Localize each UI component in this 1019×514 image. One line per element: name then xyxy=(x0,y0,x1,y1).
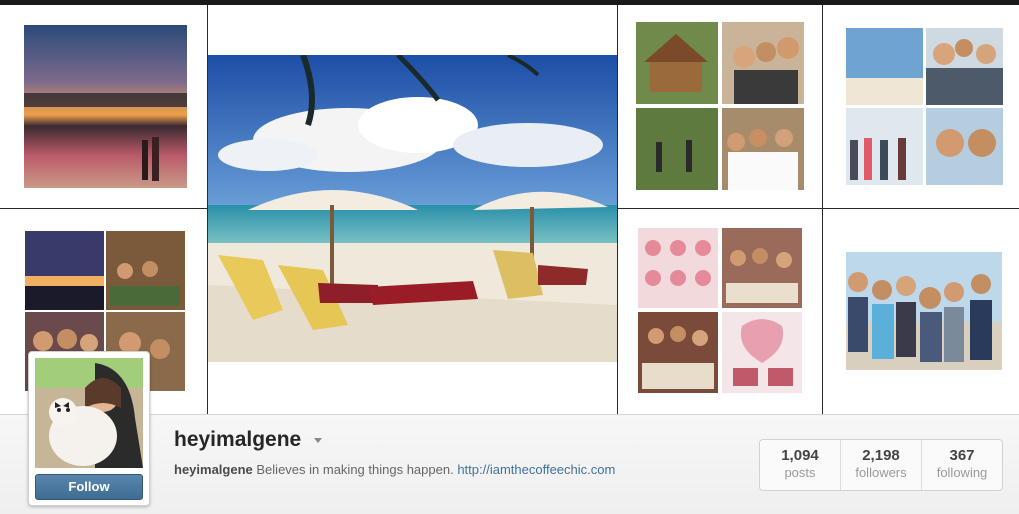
grid-divider xyxy=(617,208,1019,209)
stat-label: following xyxy=(936,465,988,480)
stat-value: 1,094 xyxy=(781,447,819,464)
grid-divider xyxy=(0,208,207,209)
photo-thumbnail-beach[interactable] xyxy=(208,55,617,362)
profile-stats: 1,094 posts 2,198 followers 367 followin… xyxy=(759,439,1003,491)
photo-thumbnail-sunset[interactable] xyxy=(24,25,187,188)
stat-followers[interactable]: 2,198 followers xyxy=(840,440,921,490)
photo-thumbnail-collage-birthday[interactable] xyxy=(638,228,802,393)
photo-thumbnail-group-beach[interactable] xyxy=(846,252,1002,370)
grid-divider xyxy=(822,5,823,414)
follow-button[interactable]: Follow xyxy=(35,474,143,500)
grid-divider xyxy=(617,5,618,414)
stat-label: followers xyxy=(855,465,907,480)
photo-thumbnail-collage-beach[interactable] xyxy=(846,28,1003,185)
photo-thumbnail-collage-resort[interactable] xyxy=(636,22,804,190)
stat-value: 367 xyxy=(949,447,975,464)
stat-following[interactable]: 367 following xyxy=(921,440,1002,490)
stat-label: posts xyxy=(784,465,816,480)
stat-value: 2,198 xyxy=(862,447,900,464)
chevron-down-icon[interactable] xyxy=(314,438,322,443)
avatar[interactable] xyxy=(35,358,143,468)
stat-posts[interactable]: 1,094 posts xyxy=(760,440,840,490)
bio-text: Believes in making things happen. xyxy=(256,462,454,477)
profile-username: heyimalgene xyxy=(174,428,302,451)
bio-link[interactable]: http://iamthecoffeechic.com xyxy=(457,462,615,477)
avatar-card: Follow xyxy=(28,351,150,506)
photo-grid xyxy=(0,5,1019,414)
bio-username: heyimalgene xyxy=(174,462,253,477)
profile-bio: heyimalgene Believes in making things ha… xyxy=(174,462,615,477)
